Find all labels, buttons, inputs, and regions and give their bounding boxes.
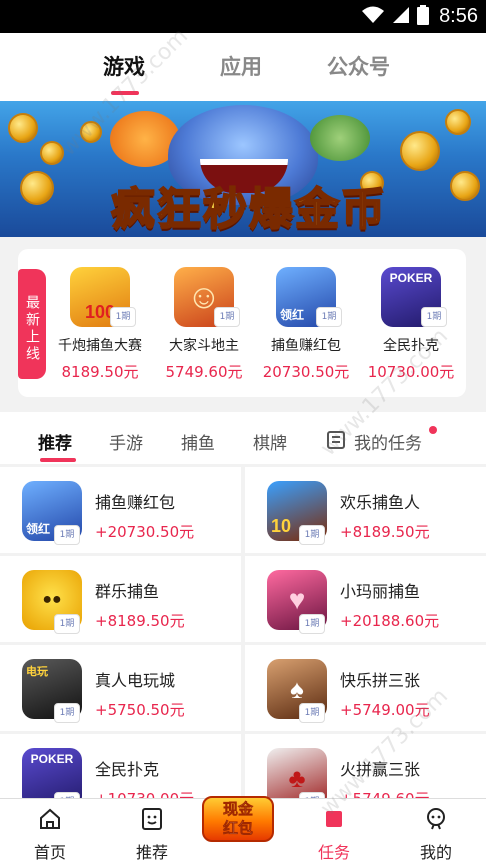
game-list-item[interactable]: ●● 1期 群乐捕鱼 +8189.50元 bbox=[0, 556, 241, 642]
game-reward: +5750.50元 bbox=[95, 701, 185, 719]
game-list-item[interactable]: ♥ 1期 小玛丽捕鱼 +20188.60元 bbox=[245, 556, 486, 642]
game-name: 捕鱼赚红包 bbox=[95, 493, 176, 512]
coin-icon bbox=[40, 141, 64, 165]
new-arrival-item[interactable]: POKER 1期 全民扑克 10730.00元 bbox=[356, 267, 466, 382]
clock: 8:56 bbox=[439, 5, 478, 27]
issue-badge: 1期 bbox=[54, 525, 80, 545]
profile-icon bbox=[424, 807, 448, 831]
game-name: 千炮捕鱼大赛 bbox=[58, 338, 142, 354]
game-list-item[interactable]: POKER 1期 全民扑克 +10730.00元 bbox=[0, 734, 241, 798]
nav-profile-label: 我的 bbox=[419, 843, 452, 862]
new-arrivals-tag: 最新上线 bbox=[18, 269, 46, 379]
tab-games[interactable]: 游戏 bbox=[103, 51, 145, 81]
category-tab-indicator bbox=[40, 458, 76, 462]
game-list-item[interactable]: 领红 1期 捕鱼赚红包 +20730.50元 bbox=[0, 467, 241, 553]
issue-badge: 1期 bbox=[299, 525, 325, 545]
game-reward: +8189.50元 bbox=[340, 523, 430, 541]
issue-badge: 1期 bbox=[299, 703, 325, 723]
game-reward: +5749.60元 bbox=[340, 788, 430, 798]
tab-official-accounts[interactable]: 公众号 bbox=[327, 51, 390, 81]
game-name: 群乐捕鱼 bbox=[95, 582, 160, 601]
poker-game-icon: POKER bbox=[22, 748, 82, 798]
game-name: 真人电玩城 bbox=[95, 671, 176, 690]
game-list-item[interactable]: ♠ 1期 快乐拼三张 +5749.00元 bbox=[245, 645, 486, 731]
category-tab-bar: 推荐 手游 捕鱼 棋牌 我的任务 bbox=[0, 412, 486, 464]
nav-profile[interactable]: 我的 bbox=[396, 799, 476, 865]
issue-badge: 1期 bbox=[54, 614, 80, 634]
promo-line-2: 红包 bbox=[222, 819, 254, 838]
issue-badge: 1期 bbox=[110, 307, 136, 327]
game-name: 欢乐捕鱼人 bbox=[340, 493, 421, 512]
game-price: 5749.60元 bbox=[165, 363, 243, 381]
game-list-item[interactable]: 10 1期 欢乐捕鱼人 +8189.50元 bbox=[245, 467, 486, 553]
coin-icon bbox=[400, 131, 440, 171]
tab-my-tasks[interactable]: 我的任务 bbox=[354, 429, 422, 454]
game-reward: +5749.00元 bbox=[340, 701, 430, 719]
game-name: 快乐拼三张 bbox=[340, 671, 421, 690]
issue-badge: 1期 bbox=[421, 307, 447, 327]
nav-recommend-label: 推荐 bbox=[135, 843, 168, 862]
coin-icon bbox=[20, 171, 54, 205]
task-icon bbox=[322, 807, 346, 831]
game-name: 小玛丽捕鱼 bbox=[340, 582, 421, 601]
promo-line-1: 现金 bbox=[222, 800, 254, 819]
game-reward: +20730.50元 bbox=[95, 523, 195, 541]
nav-recommend[interactable]: 推荐 bbox=[112, 799, 192, 865]
new-arrival-item[interactable]: ☺ 1期 大家斗地主 5749.60元 bbox=[154, 267, 254, 382]
issue-badge: 1期 bbox=[214, 307, 240, 327]
signal-icon bbox=[391, 6, 411, 28]
task-list-icon bbox=[327, 431, 345, 449]
nav-home-label: 首页 bbox=[33, 843, 66, 862]
coin-icon bbox=[450, 171, 480, 201]
game-price: 20730.50元 bbox=[262, 363, 350, 381]
game-reward: +20188.60元 bbox=[340, 612, 440, 630]
status-bar: 8:56 bbox=[0, 0, 486, 33]
top-tab-bar: 游戏 应用 公众号 bbox=[0, 33, 486, 101]
game-name: 大家斗地主 bbox=[169, 338, 239, 354]
recommend-icon bbox=[140, 807, 164, 831]
new-arrivals-card: 最新上线 100 1期 千炮捕鱼大赛 8189.50元 ☺ 1期 大家斗地主 5… bbox=[18, 249, 466, 397]
game-name: 全民扑克 bbox=[95, 760, 160, 779]
issue-badge: 1期 bbox=[54, 703, 80, 723]
tab-apps[interactable]: 应用 bbox=[220, 51, 262, 81]
game-name: 火拼赢三张 bbox=[340, 760, 421, 779]
coin-icon bbox=[8, 113, 38, 143]
game-price: 8189.50元 bbox=[61, 363, 139, 381]
green-fish-icon bbox=[310, 115, 370, 161]
wifi-icon bbox=[361, 6, 385, 28]
cash-red-packet-button[interactable]: 现金 红包 bbox=[198, 790, 278, 842]
new-arrival-item[interactable]: 100 1期 千炮捕鱼大赛 8189.50元 bbox=[50, 267, 150, 382]
tab-mobile-games[interactable]: 手游 bbox=[109, 429, 143, 454]
game-list-item[interactable]: ♣ 1期 火拼赢三张 +5749.60元 bbox=[245, 734, 486, 798]
promo-banner[interactable]: 疯狂秒爆金币 bbox=[0, 101, 486, 237]
nav-tasks-label: 任务 bbox=[317, 843, 350, 862]
coin-icon bbox=[80, 121, 102, 143]
nav-tasks[interactable]: 任务 bbox=[294, 799, 374, 865]
coin-icon bbox=[445, 109, 471, 135]
tab-indicator bbox=[111, 91, 139, 95]
game-name: 全民扑克 bbox=[383, 338, 439, 354]
tab-recommended[interactable]: 推荐 bbox=[38, 429, 72, 454]
new-arrival-item[interactable]: 领红 1期 捕鱼赚红包 20730.50元 bbox=[256, 267, 356, 382]
tab-fishing[interactable]: 捕鱼 bbox=[181, 429, 215, 454]
game-list-item[interactable]: 电玩 1期 真人电玩城 +5750.50元 bbox=[0, 645, 241, 731]
game-price: 10730.00元 bbox=[367, 363, 455, 381]
game-reward: +10730.00元 bbox=[95, 788, 194, 798]
game-grid: 领红 1期 捕鱼赚红包 +20730.50元 10 1期 欢乐捕鱼人 +8189… bbox=[0, 465, 486, 798]
issue-badge: 1期 bbox=[299, 614, 325, 634]
battery-icon bbox=[417, 4, 430, 29]
notification-dot bbox=[429, 426, 437, 434]
game-name: 捕鱼赚红包 bbox=[271, 338, 341, 354]
nav-home[interactable]: 首页 bbox=[10, 799, 90, 865]
issue-badge: 1期 bbox=[316, 307, 342, 327]
tab-card-games[interactable]: 棋牌 bbox=[253, 429, 287, 454]
home-icon bbox=[38, 807, 62, 831]
banner-title: 疯狂秒爆金币 bbox=[110, 184, 387, 235]
game-reward: +8189.50元 bbox=[95, 612, 185, 630]
